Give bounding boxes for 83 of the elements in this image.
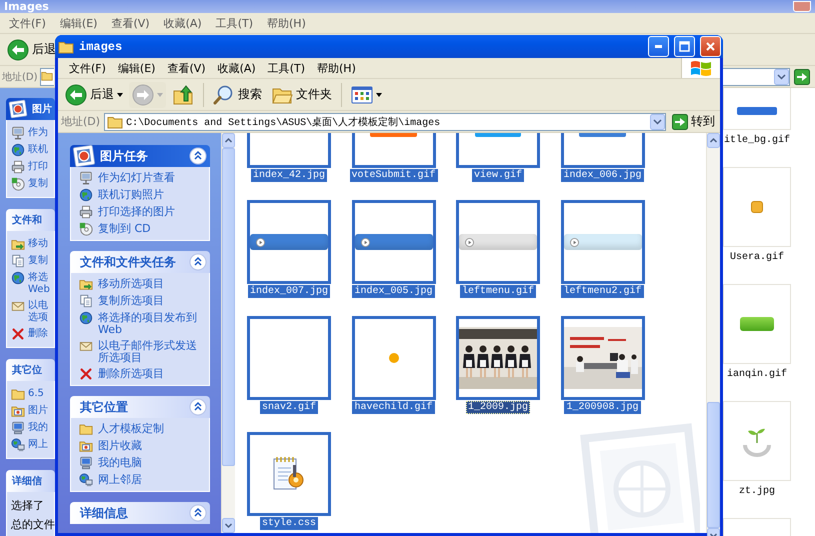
file-name[interactable]: ianqin.gif <box>726 368 787 381</box>
menu-item[interactable]: 编辑(E) <box>112 60 162 76</box>
panel-title: 其它位 <box>12 363 42 377</box>
address-field[interactable]: C:\Documents and Settings\ASUS\桌面\人才模板定制\images <box>104 112 666 130</box>
file-name[interactable]: view.gif <box>472 169 524 182</box>
menu-item[interactable]: 工具(T) <box>262 60 311 76</box>
task-link[interactable]: 6.5 <box>11 387 52 401</box>
task-link[interactable]: 联机订购照片 <box>79 188 201 202</box>
panel-title: 图片任务 <box>100 148 148 164</box>
file-name[interactable]: snav2.gif <box>260 401 318 414</box>
file-name[interactable]: leftmenu2.gif <box>561 285 644 298</box>
panel-title: 详细信息 <box>80 504 128 522</box>
file-name[interactable]: index_42.jpg <box>250 169 327 182</box>
task-link[interactable]: 网上邻居 <box>79 473 201 487</box>
file-name[interactable]: style.css <box>260 517 318 530</box>
panel-header[interactable]: 详细信 <box>6 470 55 492</box>
task-link[interactable]: 联机 <box>11 143 52 157</box>
panel-header[interactable]: 图片 <box>6 98 55 120</box>
task-link[interactable]: 以电子邮件形式发送所选项目 <box>79 339 201 364</box>
task-link[interactable]: 复制 <box>11 254 52 268</box>
window-title: images <box>79 40 124 54</box>
panel-title: 其它位置 <box>80 398 128 416</box>
task-link[interactable]: 网上 <box>11 438 52 452</box>
address-label: 地址(D) <box>2 70 38 84</box>
task-link[interactable]: 我的 <box>11 421 52 435</box>
menu-item[interactable]: 查看(V) <box>161 60 212 76</box>
file-name[interactable]: leftmenu.gif <box>460 285 536 298</box>
panel-header[interactable]: 图片任务 <box>70 145 210 167</box>
back-button[interactable]: 后退 <box>62 82 126 108</box>
panel-title: 文件和 <box>12 214 42 227</box>
task-link[interactable]: 作为 <box>11 126 52 140</box>
menu-item[interactable]: 工具(T) <box>208 16 260 30</box>
panel-title: 详细信 <box>12 474 42 488</box>
file-name[interactable]: voteSubmit.gif <box>350 169 438 182</box>
panel-header[interactable]: 文件和文件夹任务 <box>70 251 210 273</box>
task-link[interactable]: 以电选项 <box>11 299 52 324</box>
task-link[interactable]: 作为幻灯片查看 <box>79 171 201 185</box>
file-name[interactable]: index_006.jpg <box>561 169 644 182</box>
detail-text: 总的文件 <box>11 517 52 533</box>
menu-item[interactable]: 文件(F) <box>63 60 112 76</box>
folders-button[interactable]: 文件夹 <box>268 82 335 108</box>
task-link[interactable]: 删除 <box>11 327 52 341</box>
panel-header[interactable]: 其它位置 <box>70 396 210 418</box>
panel-title: 文件和文件夹任务 <box>80 254 176 270</box>
menu-item[interactable]: 帮助(H) <box>260 16 313 30</box>
window-title: Images <box>4 0 49 12</box>
task-link[interactable]: 人才模板定制 <box>79 422 201 436</box>
task-link[interactable]: 复制所选项目 <box>79 294 201 308</box>
panel-title: 图片 <box>32 102 52 116</box>
task-link[interactable]: 图片收藏 <box>79 439 201 453</box>
task-link[interactable]: 图片 <box>11 404 52 418</box>
search-button[interactable]: 搜索 <box>210 82 265 108</box>
panel-header[interactable]: 文件和 <box>6 209 55 231</box>
menu-item[interactable]: 文件(F) <box>2 16 53 30</box>
task-link[interactable]: 复制到 CD <box>79 222 201 236</box>
task-link[interactable]: 移动 <box>11 237 52 251</box>
task-link[interactable]: 将选择的项目发布到 Web <box>79 311 201 336</box>
file-name[interactable]: Usera.gif <box>730 251 784 264</box>
file-name[interactable]: havechild.gif <box>352 401 434 414</box>
go-button[interactable]: 转到 <box>670 113 717 130</box>
menu-item[interactable]: 收藏(A) <box>212 60 262 76</box>
menu-item[interactable]: 编辑(E) <box>52 16 104 30</box>
task-link[interactable]: 将选 Web <box>11 271 52 296</box>
task-link[interactable]: 打印选择的图片 <box>79 205 201 219</box>
file-name[interactable]: index_007.jpg <box>248 285 330 298</box>
file-name[interactable]: itle_bg.gif <box>724 134 790 147</box>
task-link[interactable]: 我的电脑 <box>79 456 201 470</box>
menu-item[interactable]: 查看(V) <box>104 16 157 30</box>
back-button[interactable]: 后退 <box>4 36 59 62</box>
menu-item[interactable]: 收藏(A) <box>156 16 209 30</box>
address-label: 地址(D) <box>61 114 100 129</box>
detail-text: 选择了 <box>11 498 45 514</box>
file-name[interactable]: 1_2009.jpg <box>466 401 530 414</box>
task-link[interactable]: 复制 <box>11 177 52 191</box>
menu-item[interactable]: 帮助(H) <box>311 60 362 76</box>
file-name[interactable]: zt.jpg <box>738 485 775 498</box>
panel-header[interactable]: 其它位 <box>6 359 55 381</box>
file-name[interactable]: index_005.jpg <box>352 285 434 298</box>
task-link[interactable]: 打印 <box>11 160 52 174</box>
task-link[interactable]: 删除所选项目 <box>79 367 201 381</box>
file-name[interactable]: 1_200908.jpg <box>564 401 640 414</box>
panel-header[interactable]: 详细信息 <box>70 502 210 524</box>
task-link[interactable]: 移动所选项目 <box>79 277 201 291</box>
